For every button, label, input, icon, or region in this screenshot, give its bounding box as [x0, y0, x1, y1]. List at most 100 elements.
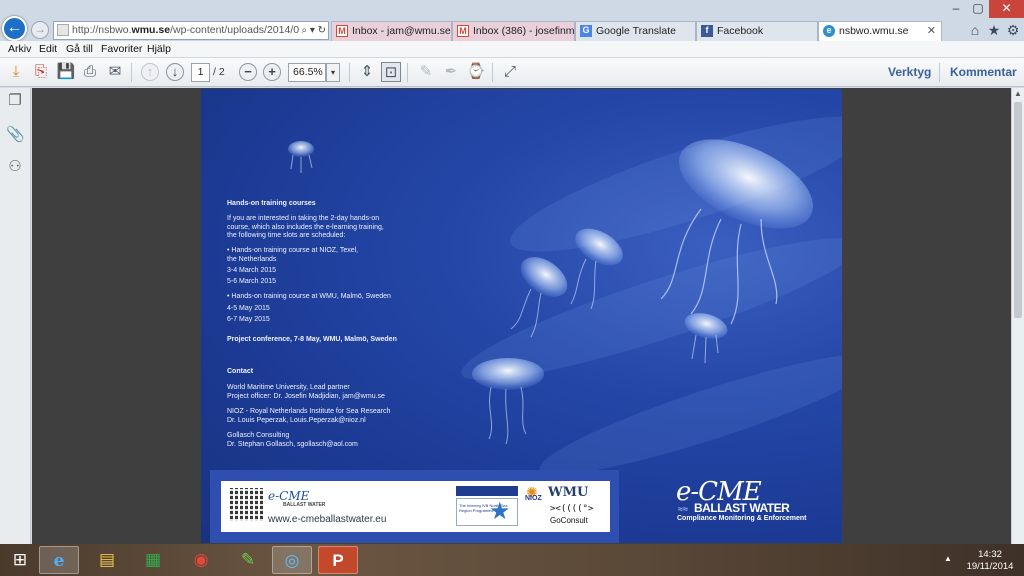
vertical-scrollbar[interactable]: ▲ — [1011, 88, 1024, 544]
tab-google-translate[interactable]: G Google Translate — [575, 21, 696, 41]
clock-date[interactable]: 19/11/2014 — [960, 561, 1020, 572]
close-tab-icon[interactable]: ✕ — [927, 22, 936, 40]
edit-icon[interactable]: ✎ — [416, 62, 436, 82]
intro-line: course, which also includes the e-learni… — [227, 223, 384, 231]
sign-icon[interactable]: ✒ — [441, 62, 461, 82]
menu-hjalp[interactable]: Hjälp — [147, 42, 171, 56]
tab-inbox-josefin[interactable]: M Inbox (386) - josefinma... — [452, 21, 575, 41]
favorites-icon[interactable]: ★ — [985, 21, 1003, 39]
settings-icon[interactable]: ⚙ — [1004, 21, 1022, 39]
page-favicon-icon — [57, 24, 69, 36]
jellyfish-large — [660, 139, 814, 325]
wmu-course-line: • Hands-on training course at WMU, Malmö… — [227, 293, 391, 300]
scroll-thumb[interactable] — [1014, 102, 1022, 318]
toolbar-divider — [131, 63, 132, 82]
fit-width-icon[interactable]: ⊡ — [381, 62, 401, 82]
create-pdf-icon[interactable]: ⤓ — [6, 62, 26, 82]
translate-icon: G — [580, 25, 592, 37]
home-icon[interactable]: ⌂ — [966, 21, 984, 39]
qr-code-icon — [230, 488, 263, 521]
email-icon[interactable]: ✉ — [105, 62, 125, 82]
menu-ga-till[interactable]: Gå till — [66, 42, 93, 56]
back-button[interactable]: ← — [2, 16, 27, 41]
contact-line: NIOZ - Royal Netherlands Institute for S… — [227, 408, 391, 415]
wmu-course-date: 6-7 May 2015 — [227, 316, 270, 323]
jellyfish-medium — [570, 228, 623, 310]
nioz-course-date: 5-6 March 2015 — [227, 278, 277, 285]
intro-line: If you are interested in taking the 2-da… — [227, 215, 380, 222]
previous-page-button[interactable]: ↑ — [141, 63, 159, 81]
toolbar-divider — [407, 63, 408, 82]
chrome-icon: ◉ — [193, 550, 209, 569]
zoom-in-button[interactable]: + — [263, 63, 281, 81]
folder-icon: ▤ — [98, 550, 116, 569]
tools-link[interactable]: Verktyg — [888, 65, 931, 79]
maximize-button[interactable]: ▢ — [967, 0, 989, 18]
contact-line: Gollasch Consulting — [227, 432, 290, 439]
address-tools-icon[interactable]: ⌕ ▾ ↻ — [299, 22, 326, 39]
tab-inbox-jam[interactable]: M Inbox - jam@wmu.se - ... — [331, 21, 452, 41]
arrow-right-icon: → — [34, 22, 46, 36]
taskbar-chrome[interactable]: ◉ — [181, 546, 221, 574]
menu-arkiv[interactable]: Arkiv — [8, 42, 31, 56]
fish-logo: ><((((°> — [550, 504, 594, 514]
taskbar-powerpoint[interactable]: P — [318, 546, 358, 574]
training-heading: Hands-on training courses — [227, 200, 316, 207]
partner-logos-box: e-CME BALLAST WATER www.e-cmeballastwate… — [221, 481, 610, 532]
taskbar-file-explorer[interactable]: ▤ — [87, 546, 127, 574]
contact-heading: Contact — [227, 368, 254, 375]
attachment-icon[interactable]: 📎 — [6, 126, 25, 144]
menu-edit[interactable]: Edit — [39, 42, 57, 56]
toolbar-divider — [939, 63, 940, 82]
tray-expand-icon[interactable]: ▲ — [944, 554, 952, 563]
globe-icon: ◎ — [284, 551, 300, 570]
ecme-logo-small: e-CME — [268, 489, 310, 503]
address-bar[interactable]: http://nsbwo.wmu.se/wp-content/uploads/2… — [53, 21, 329, 40]
contact-line: Dr. Louis Peperzak, Louis.Peperzak@nioz.… — [227, 417, 366, 424]
wmu-course-date: 4-5 May 2015 — [227, 305, 270, 312]
fullscreen-icon[interactable]: ⤢ — [500, 62, 520, 82]
taskbar-store[interactable]: ▦ — [133, 546, 173, 574]
starfish-icon: ★ — [489, 498, 511, 525]
export-pdf-icon[interactable]: ⎘ — [31, 62, 51, 82]
zoom-input[interactable]: 66.5% — [288, 63, 326, 82]
pdf-page: Hands-on training courses If you are int… — [201, 89, 842, 543]
tab-nsbwo[interactable]: e nsbwo.wmu.se ✕ — [818, 21, 942, 42]
store-icon: ▦ — [144, 550, 162, 569]
ie-icon: e — [53, 551, 65, 571]
minimize-button[interactable]: – — [945, 0, 967, 18]
pages-thumbnail-icon[interactable]: ❐ — [6, 92, 24, 110]
green-app-icon: ✎ — [240, 550, 256, 569]
forward-button[interactable]: → — [31, 21, 49, 39]
url-path: /wp-content/uploads/2014/09/e — [170, 24, 314, 36]
save-icon[interactable]: 💾 — [56, 62, 76, 82]
tab-facebook[interactable]: f Facebook — [696, 21, 818, 41]
taskbar-green-app[interactable]: ✎ — [228, 546, 268, 574]
comment-link[interactable]: Kommentar — [950, 65, 1017, 79]
zoom-out-button[interactable]: − — [239, 63, 257, 81]
facebook-icon: f — [701, 25, 713, 37]
scroll-up-icon[interactable]: ▲ — [1012, 88, 1024, 100]
tab-label: Inbox - jam@wmu.se - ... — [352, 25, 451, 37]
close-window-button[interactable]: ✕ — [989, 0, 1024, 18]
page-number-input[interactable]: 1 — [191, 63, 210, 82]
layers-icon[interactable]: ⚇ — [6, 158, 24, 176]
stamp-icon[interactable]: ⌚ — [466, 62, 486, 82]
browser-titlebar: – ▢ ✕ ← → http://nsbwo.wmu.se/wp-content… — [0, 0, 1024, 42]
next-page-button[interactable]: ↓ — [166, 63, 184, 81]
zoom-dropdown-icon[interactable]: ▾ — [326, 63, 340, 82]
taskbar-ie[interactable]: e — [39, 546, 79, 574]
taskbar-globe-app[interactable]: ◎ — [272, 546, 312, 574]
menu-favoriter[interactable]: Favoriter — [101, 42, 142, 56]
windows-taskbar: ⊞ e ▤ ▦ ◉ ✎ ◎ P ▲ 14:32 19/11/2014 — [0, 544, 1024, 576]
fit-page-icon[interactable]: ⇕ — [357, 62, 377, 82]
contact-line: Dr. Stephan Gollasch, sgollasch@aol.com — [227, 441, 358, 448]
print-icon[interactable]: ⎙ — [80, 62, 100, 82]
intro-line: the following time slots are scheduled: — [227, 232, 346, 239]
toolbar-divider — [349, 63, 350, 82]
tab-label: Facebook — [717, 25, 764, 37]
menu-bar: Arkiv Edit Gå till Favoriter Hjälp — [0, 41, 1024, 58]
start-button[interactable]: ⊞ — [3, 546, 37, 574]
clock-time[interactable]: 14:32 — [960, 549, 1020, 560]
jellyfish-medium — [684, 313, 728, 364]
